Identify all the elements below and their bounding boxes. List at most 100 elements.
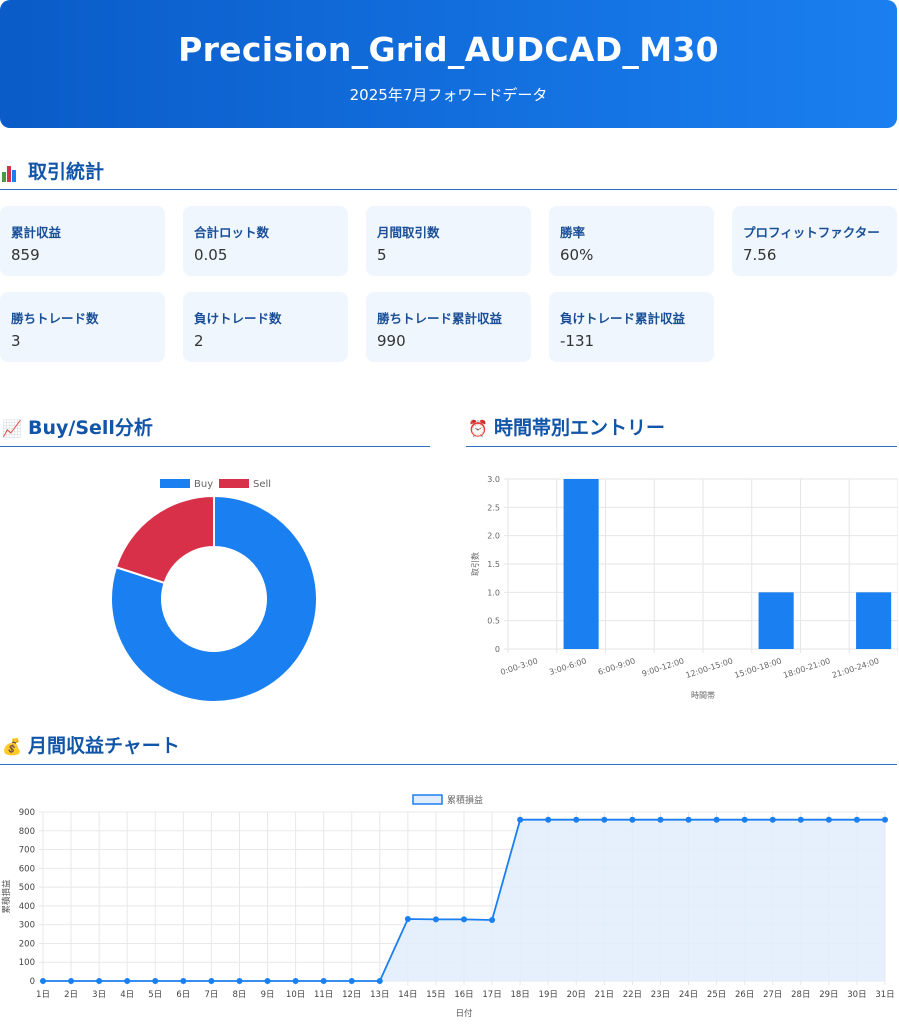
data-point-5 [180,978,187,984]
stat-label: 負けトレード数 [194,311,282,326]
x-tick-label: 16日 [454,990,473,1000]
hourly-section-label: 時間帯別エントリー [494,417,666,439]
x-tick-label: 30日 [847,990,866,1000]
y-tick-label: 200 [19,939,35,949]
page-title: Precision_Grid_AUDCAD_M30 [178,30,719,69]
y-tick-label: 100 [19,958,35,968]
x-tick-label: 15:00-18:00 [733,656,782,680]
x-tick-label: 17日 [482,990,501,1000]
trend-chart-icon: 📈 [2,419,22,438]
x-tick-label: 27日 [763,990,782,1000]
hourly-bar-chart: 0 0.5 1.0 1.5 2.0 2.5 3.0 0:00-3:00 3:00-6:00 6:0… [470,475,898,700]
stat-label: 累計収益 [11,225,62,240]
y-tick-label: 0 [495,645,500,654]
x-tick-label: 21:00-24:00 [831,656,880,680]
y-tick-label: 0 [30,977,35,987]
monthly-section-title: 💰 月間収益チャート [2,731,180,758]
data-point-30 [882,816,888,823]
data-point-22 [657,816,664,823]
stat-label: 合計ロット数 [194,225,270,240]
monthly-section-label: 月間収益チャート [28,735,180,757]
monthly-divider [0,764,897,765]
stat-card: 累計収益 859 [0,206,165,276]
hourly-divider [466,446,897,447]
y-tick-label: 600 [19,864,35,874]
x-tick-label: 24日 [679,990,698,1000]
stat-label: 勝率 [560,225,586,240]
data-point-24 [713,816,720,823]
stat-card: 合計ロット数 0.05 [183,206,348,276]
stat-label: 負けトレード累計収益 [560,311,686,326]
y-tick-label: 700 [19,846,35,856]
stat-card: 負けトレード数 2 [183,292,348,362]
x-tick-label: 9日 [261,990,275,1000]
stat-value: 2 [194,332,204,350]
data-point-21 [629,816,636,823]
x-tick-label: 14日 [398,990,417,1000]
data-point-9 [292,978,299,984]
data-point-23 [685,816,692,823]
data-point-20 [601,816,608,823]
data-point-14 [432,916,439,923]
x-tick-label: 29日 [819,990,838,1000]
x-tick-label: 23日 [651,990,670,1000]
donut-slice-sell [114,494,215,585]
y-axis-title: 累積損益 [1,879,12,914]
x-tick-label: 10日 [286,990,305,1000]
page-subtitle: 2025年7月フォワードデータ [349,86,548,104]
stats-section-title: 取引統計 [2,157,104,184]
legend-swatch-cumulative [412,794,443,805]
stat-value: 859 [11,246,40,264]
data-point-19 [573,816,580,823]
stats-divider [0,189,897,190]
data-point-6 [208,978,215,984]
page-header: Precision_Grid_AUDCAD_M30 2025年7月フォワードデー… [0,0,897,128]
x-tick-label: 18日 [510,990,529,1000]
data-point-25 [741,816,748,823]
y-tick-label: 2.5 [487,503,500,512]
x-axis-title: 時間帯 [691,690,715,700]
data-point-7 [236,978,243,984]
bar-chart-icon [2,163,22,182]
y-tick-label: 1.5 [487,560,500,569]
x-tick-label: 6日 [176,990,190,1000]
stat-label: 勝ちトレード数 [11,311,99,326]
data-point-27 [797,816,804,823]
y-tick-label: 900 [19,808,35,818]
x-tick-label: 1日 [36,990,50,1000]
stat-card: プロフィットファクター 7.56 [732,206,897,276]
x-tick-label: 2日 [64,990,78,1000]
stat-card: 負けトレード累計収益 -131 [549,292,714,362]
x-tick-label: 31日 [875,990,894,1000]
money-bag-icon: 💰 [2,737,22,756]
y-tick-label: 2.0 [487,532,500,541]
x-tick-label: 4日 [120,990,134,1000]
x-tick-label: 12:00-15:00 [685,656,734,680]
data-point-28 [825,816,832,823]
stats-section-label: 取引統計 [28,161,105,183]
x-tick-label: 0:00-3:00 [499,656,539,677]
stat-card: 勝率 60% [549,206,714,276]
legend-swatch-buy [160,479,190,488]
x-tick-label: 25日 [707,990,726,1000]
x-tick-label: 26日 [735,990,754,1000]
x-tick-label: 8日 [233,990,247,1000]
buysell-divider [0,446,430,447]
y-tick-label: 800 [19,827,35,837]
data-point-18 [545,816,552,823]
stat-value: -131 [560,332,595,350]
x-tick-label: 5日 [148,990,162,1000]
alarm-clock-icon: ⏰ [468,419,488,438]
data-point-26 [769,816,776,823]
bar-5 [758,592,794,649]
legend-label-buy: Buy [194,479,213,490]
data-point-17 [517,816,524,823]
data-point-15 [461,916,467,923]
x-tick-label: 9:00-12:00 [641,656,686,678]
data-point-4 [152,978,159,984]
data-point-1 [68,978,75,984]
x-tick-label: 19日 [539,990,558,1000]
x-tick-label: 15日 [426,990,445,1000]
x-tick-label: 20日 [567,990,586,1000]
x-tick-label: 22日 [623,990,642,1000]
